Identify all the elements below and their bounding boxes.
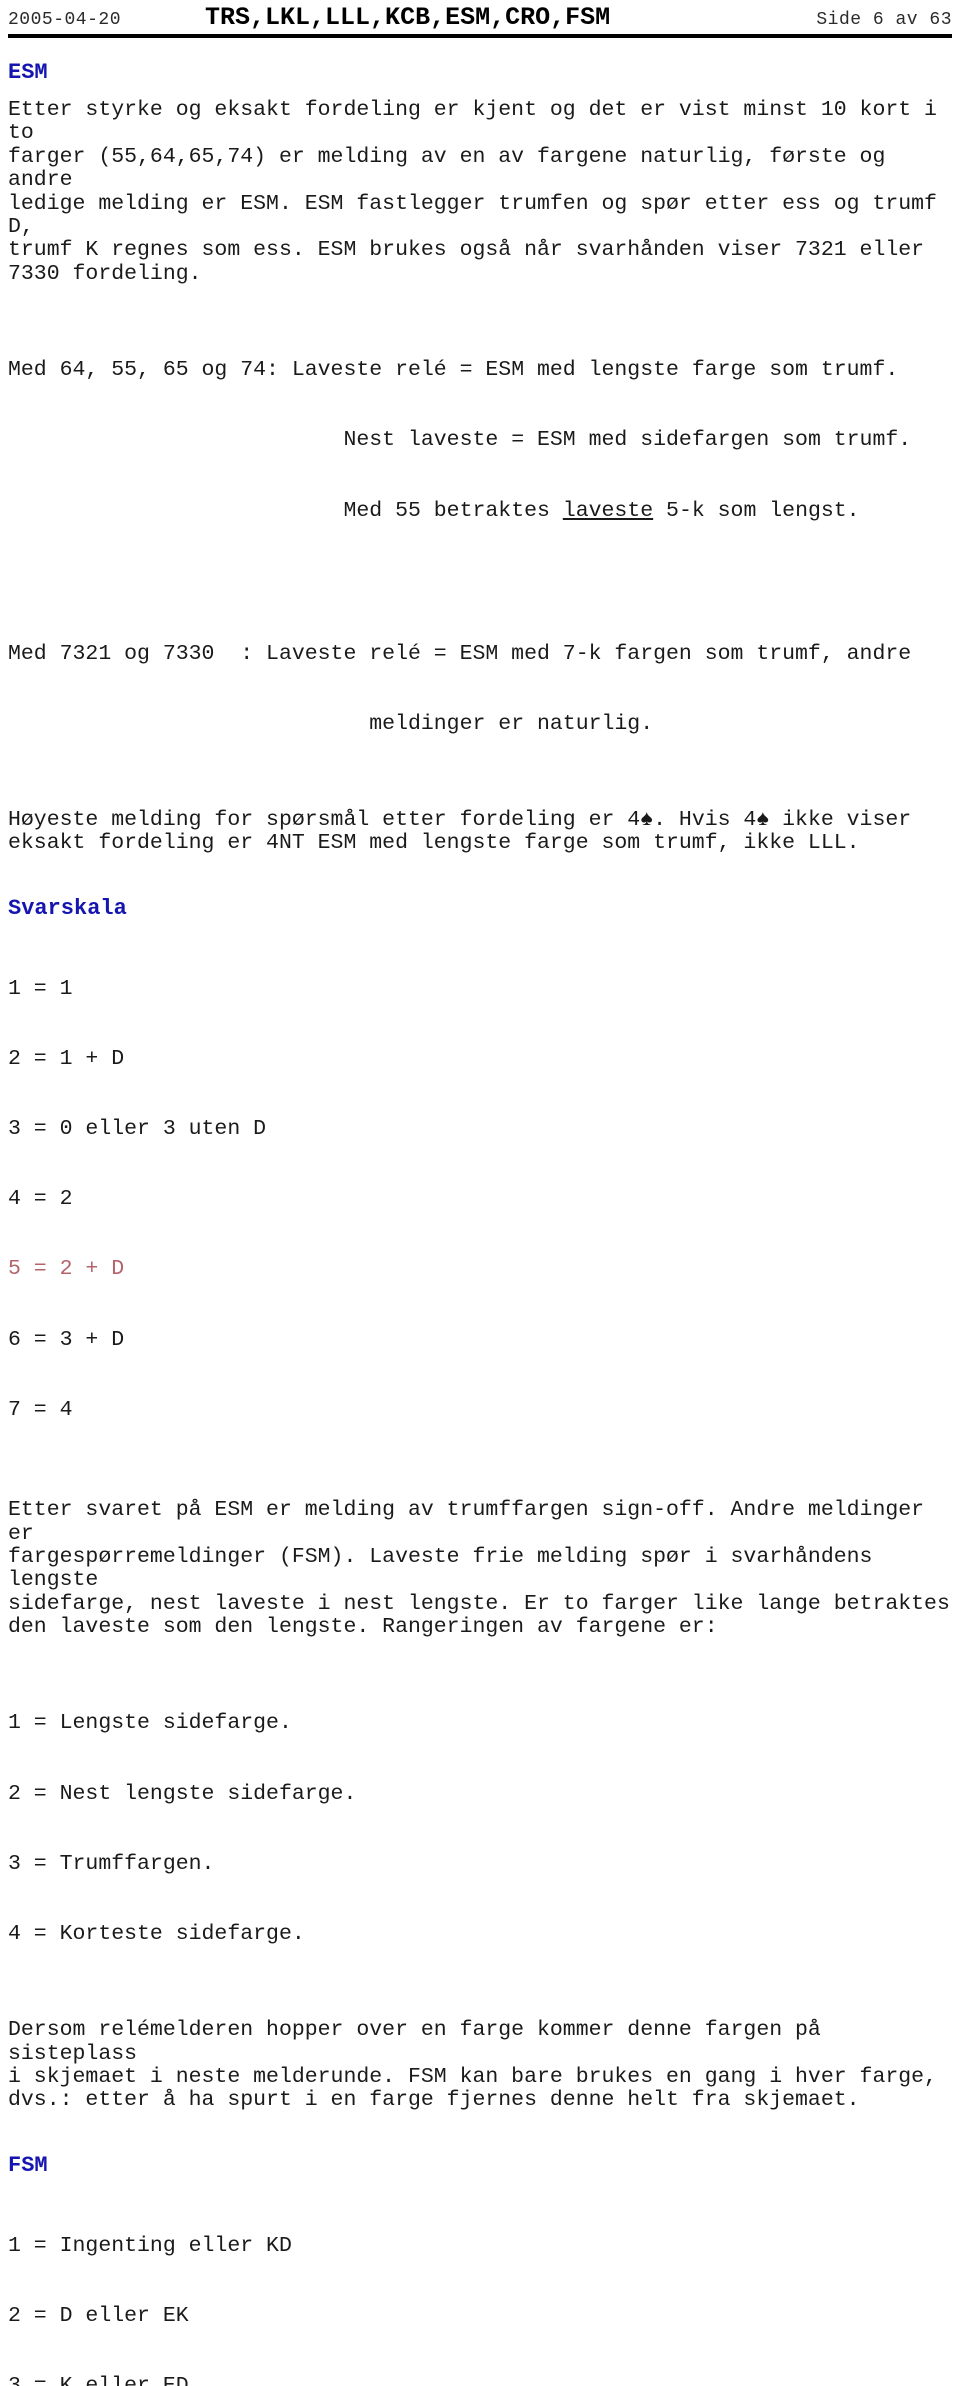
list-item: 5 = 2 + D xyxy=(8,1257,125,1282)
colour-ranking-list: 1 = Lengste sidefarge. 2 = Nest lengste … xyxy=(8,1666,952,1994)
list-item: 3 = Trumffargen. xyxy=(8,1851,215,1876)
spade-suit-icon: ♠ xyxy=(640,807,654,832)
esm-rule-a-line-1: Med 64, 55, 65 og 74: Laveste relé = ESM… xyxy=(8,358,952,383)
esm-rule-b-label: Med 7321 og 7330 xyxy=(8,641,215,666)
list-item: 6 = 3 + D xyxy=(8,1327,125,1352)
esm-rule-a-line-3: Med 55 betraktes laveste 5-k som lengst. xyxy=(8,498,952,523)
list-item: 1 = Ingenting eller KD xyxy=(8,2233,292,2258)
section-heading-svarskala: Svarskala xyxy=(8,895,127,921)
header-title: TRS,LKL,LLL,KCB,ESM,CRO,FSM xyxy=(205,3,611,32)
esm-rule-a-label: Med 64, 55, 65 og 74: xyxy=(8,358,279,383)
esm-rule-b-text-1: : Laveste relé = ESM med 7-k fargen som … xyxy=(214,641,912,666)
list-item: 3 = K eller ED xyxy=(8,2374,952,2386)
section-heading-esm: ESM xyxy=(8,60,48,85)
esm-rule-a-text-3-post: 5-k som lengst. xyxy=(653,498,860,523)
page-header: 2005-04-20 TRS,LKL,LLL,KCB,ESM,CRO,FSM S… xyxy=(8,0,952,32)
esm-rule-b-text-2: meldinger er naturlig. xyxy=(369,711,654,736)
list-item: 1 = 1 xyxy=(8,976,73,1001)
section-heading-fsm: FSM xyxy=(8,2152,48,2178)
spade-suit-icon: ♠ xyxy=(756,807,770,832)
list-item: 4 = Korteste sidefarge. xyxy=(8,1922,305,1947)
esm-rule-block-b: Med 7321 og 7330 : Laveste relé = ESM me… xyxy=(8,596,952,783)
list-item: 3 = 0 eller 3 uten D xyxy=(8,1117,267,1142)
esm-rule-a-line-2: Nest laveste = ESM med sidefargen som tr… xyxy=(8,429,952,452)
list-item: 2 = 1 + D xyxy=(8,1046,125,1071)
list-item: 2 = Nest lengste sidefarge. xyxy=(8,1781,357,1806)
list-item: 7 = 4 xyxy=(8,1397,73,1422)
svarskala-list: 1 = 1 2 = 1 + D 3 = 0 eller 3 uten D 4 =… xyxy=(8,931,952,1469)
esm-rule-a-text-3-pre: Med 55 betraktes xyxy=(343,498,563,523)
after-svarskala-paragraph: Etter svaret på ESM er melding av trumff… xyxy=(8,1498,950,1640)
header-date: 2005-04-20 xyxy=(8,10,122,30)
fsm-usage-note-paragraph: Dersom relémelderen hopper over en farge… xyxy=(8,2018,937,2113)
esm-closing-paragraph: Høyeste melding for spørsmål etter forde… xyxy=(8,807,952,856)
esm-rule-a-text-2: Nest laveste = ESM med sidefargen som tr… xyxy=(343,428,912,453)
list-item: 1 = Lengste sidefarge. xyxy=(8,1711,292,1736)
list-item: 4 = 2 xyxy=(8,1187,73,1212)
fsm-list: 1 = Ingenting eller KD 2 = D eller EK 3 … xyxy=(8,2188,952,2386)
esm-rule-block-a: Med 64, 55, 65 og 74: Laveste relé = ESM… xyxy=(8,312,952,569)
esm-closing-mid: . Hvis 4 xyxy=(653,807,757,832)
esm-rule-b-line-2: meldinger er naturlig. xyxy=(8,711,952,736)
esm-closing-pre: Høyeste melding for spørsmål etter forde… xyxy=(8,807,641,832)
list-item: 2 = D eller EK xyxy=(8,2303,189,2328)
header-page-number: Side 6 av 63 xyxy=(816,10,952,30)
esm-rule-a-text-1: Laveste relé = ESM med lengste farge som… xyxy=(278,358,899,383)
esm-rule-b-line-1: Med 7321 og 7330 : Laveste relé = ESM me… xyxy=(8,641,952,666)
document-page: 2005-04-20 TRS,LKL,LLL,KCB,ESM,CRO,FSM S… xyxy=(0,0,960,2386)
esm-rule-a-underlined-word: laveste xyxy=(562,498,654,523)
esm-intro-paragraph: Etter styrke og eksakt fordeling er kjen… xyxy=(8,98,937,286)
